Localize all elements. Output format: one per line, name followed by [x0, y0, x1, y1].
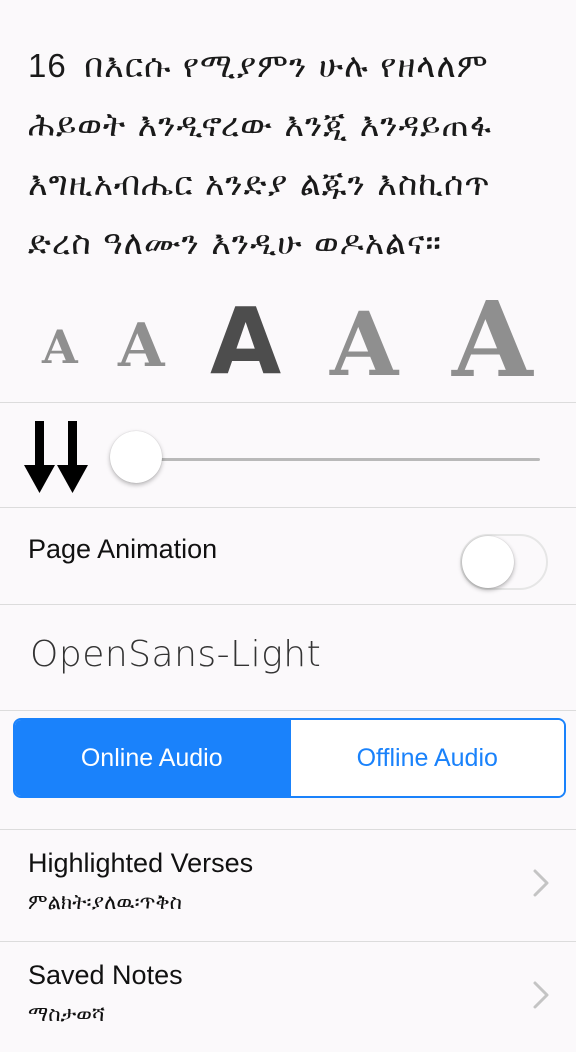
toggle-knob [462, 536, 514, 588]
verse-preview: 16 በእርሱ የሚያምን ሁሉ የዘላለም ሕይወት እንዲኖረው እንጂ እ… [0, 0, 576, 402]
scroll-speed-row [0, 403, 576, 507]
verse-number: 16 [28, 47, 67, 84]
divider [0, 604, 576, 605]
chevron-right-icon [533, 981, 549, 1009]
page-animation-label: Page Animation [28, 534, 218, 564]
divider [0, 710, 576, 711]
offline-audio-tab[interactable]: Offline Audio [288, 720, 564, 796]
chevron-right-icon [533, 869, 549, 897]
font-size-option-4[interactable]: A [330, 300, 398, 388]
scroll-speed-thumb[interactable] [110, 431, 162, 483]
font-selector-row[interactable]: OpenSans-Light [0, 606, 576, 710]
double-down-arrow-icon [24, 421, 88, 493]
menu-item-subtitle: ምልክት፡ያለዉ፡ጥቅስ [28, 890, 182, 914]
verse-text: 16 በእርሱ የሚያምን ሁሉ የዘላለም ሕይወት እንዲኖረው እንጂ እ… [28, 36, 558, 272]
menu-item-highlighted-verses[interactable]: Highlighted Verses ምልክት፡ያለዉ፡ጥቅስ [0, 830, 576, 940]
scroll-speed-track[interactable] [136, 458, 540, 461]
page-animation-toggle[interactable] [460, 534, 548, 590]
font-size-option-3[interactable]: A [210, 296, 281, 388]
audio-mode-segmented-control: Online Audio Offline Audio [13, 718, 566, 798]
verse-body: በእርሱ የሚያምን ሁሉ የዘላለም ሕይወት እንዲኖረው እንጂ እንዳይ… [28, 46, 492, 262]
font-size-selector: A A A A A [0, 288, 576, 396]
online-audio-tab[interactable]: Online Audio [15, 720, 289, 796]
font-size-option-1[interactable]: A [42, 324, 78, 370]
menu-item-title: Highlighted Verses [28, 848, 254, 878]
font-size-option-5[interactable]: A [452, 288, 533, 392]
page-animation-row: Page Animation [0, 508, 576, 604]
font-name: OpenSans-Light [30, 634, 322, 675]
menu-item-title: Saved Notes [28, 960, 183, 990]
menu-item-saved-notes[interactable]: Saved Notes ማስታወሻ [0, 942, 576, 1052]
menu-item-subtitle: ማስታወሻ [28, 1002, 105, 1026]
font-size-option-2[interactable]: A [118, 316, 165, 376]
